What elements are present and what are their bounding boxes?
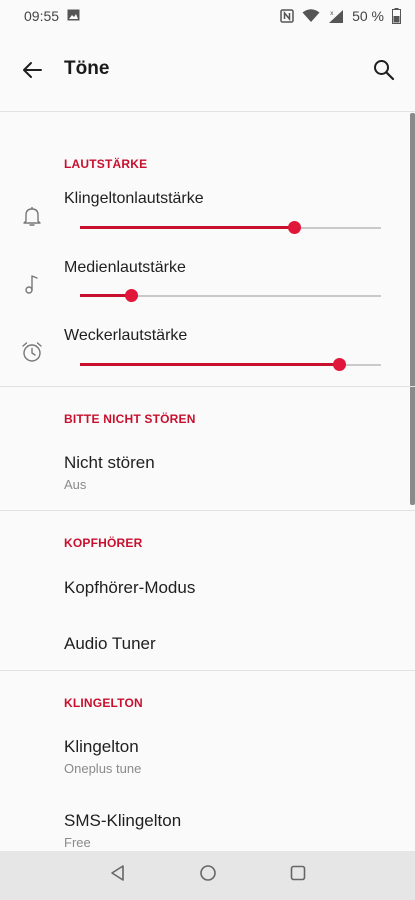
svg-text:x: x <box>330 10 334 17</box>
nfc-icon <box>280 9 294 23</box>
item-title: Audio Tuner <box>64 634 156 653</box>
back-triangle-icon <box>109 864 127 887</box>
item-title: Klingelton <box>64 737 139 756</box>
settings-list[interactable]: LAUTSTÄRKE Klingeltonlautstärke Medienla… <box>0 113 415 851</box>
signal-icon: x <box>328 9 344 24</box>
divider <box>0 510 415 511</box>
ringtone-item[interactable]: Klingelton Oneplus tune <box>0 723 410 785</box>
item-title: SMS-Klingelton <box>64 811 182 830</box>
slider-thumb[interactable] <box>332 358 346 371</box>
audio-tuner-item[interactable]: Audio Tuner <box>0 619 410 669</box>
item-subtitle: Aus <box>64 477 87 492</box>
navigation-bar <box>0 851 415 900</box>
sms-ringtone-item[interactable]: SMS-Klingelton Free <box>0 797 410 851</box>
arrow-back-icon <box>20 58 44 87</box>
app-bar: Töne <box>0 32 415 112</box>
slider-thumb[interactable] <box>287 221 301 234</box>
music-note-icon <box>20 272 44 296</box>
divider <box>0 386 415 387</box>
item-title: Kopfhörer-Modus <box>64 578 196 597</box>
slider-fill <box>80 294 132 297</box>
slider-thumb[interactable] <box>125 289 139 302</box>
bell-icon <box>20 204 44 228</box>
item-subtitle: Oneplus tune <box>64 761 142 776</box>
item-subtitle: Free <box>64 835 91 850</box>
section-header-headphones: KOPFHÖRER <box>64 536 143 550</box>
wifi-icon <box>302 9 320 23</box>
scrollbar[interactable] <box>410 113 415 505</box>
search-button[interactable] <box>368 56 400 88</box>
recents-square-icon <box>289 864 307 887</box>
item-title: Nicht stören <box>64 453 155 472</box>
home-circle-icon <box>199 864 217 887</box>
back-button[interactable] <box>16 56 48 88</box>
alarm-clock-icon <box>20 340 44 364</box>
battery-icon <box>392 8 401 24</box>
status-time: 09:55 <box>24 8 60 24</box>
search-icon <box>372 58 396 87</box>
alarm-volume-slider[interactable] <box>80 355 381 375</box>
slider-fill <box>80 363 339 366</box>
do-not-disturb-item[interactable]: Nicht stören Aus <box>0 439 410 507</box>
nav-home-button[interactable] <box>198 864 218 887</box>
nav-back-button[interactable] <box>108 864 128 887</box>
divider <box>0 670 415 671</box>
section-header-ringtone: KLINGELTON <box>64 696 143 710</box>
section-header-volume: LAUTSTÄRKE <box>64 157 148 171</box>
section-header-dnd: BITTE NICHT STÖREN <box>64 412 196 426</box>
battery-text: 50 % <box>352 8 384 24</box>
alarm-volume-label: Weckerlautstärke <box>64 327 188 344</box>
slider-fill <box>80 226 294 229</box>
media-volume-label: Medienlautstärke <box>64 259 186 276</box>
media-volume-slider[interactable] <box>80 286 381 306</box>
nav-recents-button[interactable] <box>288 864 308 887</box>
image-notification-icon <box>67 8 80 24</box>
status-bar: 09:55 x 50 % <box>0 0 415 32</box>
ringtone-volume-label: Klingeltonlautstärke <box>64 190 204 207</box>
headphone-mode-item[interactable]: Kopfhörer-Modus <box>0 563 410 613</box>
page-title: Töne <box>64 58 110 79</box>
ringtone-volume-slider[interactable] <box>80 218 381 238</box>
